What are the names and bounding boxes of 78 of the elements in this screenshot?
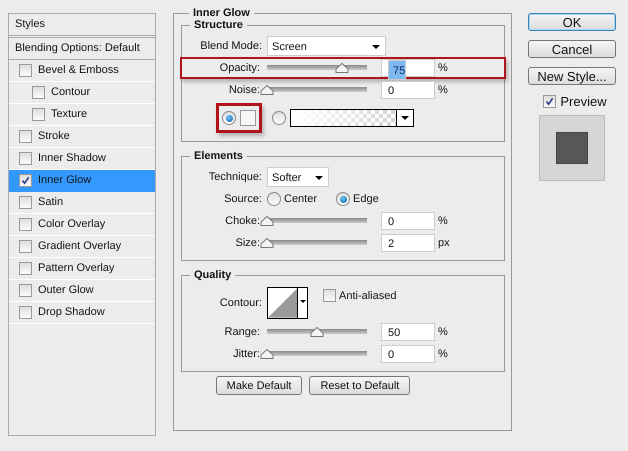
slider-thumb[interactable] [335, 63, 349, 73]
radio-label: Edge [353, 193, 379, 205]
button[interactable]: New Style... [528, 67, 616, 85]
checkbox[interactable] [19, 240, 32, 253]
group-title: Quality [193, 269, 232, 281]
radio-button[interactable] [267, 192, 281, 206]
slider-thumb[interactable] [260, 349, 274, 359]
checkbox[interactable] [19, 196, 32, 209]
field-label: Choke: [224, 215, 260, 227]
checkbox[interactable] [19, 174, 32, 187]
radio-button[interactable] [272, 111, 286, 125]
checkbox[interactable] [19, 64, 32, 77]
number-field[interactable]: 2 [381, 234, 435, 252]
field-label: Technique: [208, 171, 262, 183]
checkbox[interactable] [543, 95, 556, 108]
field-label: Contour: [218, 297, 262, 309]
list-item[interactable]: Pattern Overlay [9, 258, 155, 280]
checkbox[interactable] [32, 108, 45, 121]
checkbox[interactable] [19, 284, 32, 297]
slider-thumb[interactable] [310, 327, 324, 337]
radio-label: Center [284, 193, 318, 205]
unit-label: px [438, 237, 450, 249]
number-field[interactable]: 0 [381, 212, 435, 230]
list-item[interactable]: Texture [9, 104, 155, 126]
list-item[interactable]: Drop Shadow [9, 302, 155, 324]
button[interactable]: Reset to Default [309, 376, 410, 395]
field-label: Opacity: [218, 62, 260, 74]
field-label: Noise: [228, 84, 260, 96]
list-item[interactable]: Gradient Overlay [9, 236, 155, 258]
field-label: Size: [234, 237, 260, 249]
field-label: Blend Mode: [199, 40, 262, 52]
group-title: Inner Glow [192, 7, 251, 19]
button[interactable]: OK [528, 13, 616, 31]
list-item[interactable]: Outer Glow [9, 280, 155, 302]
unit-label: % [438, 326, 448, 338]
unit-label: % [438, 84, 448, 96]
list-item[interactable]: Bevel & Emboss [9, 60, 155, 82]
number-field[interactable]: 75 [381, 59, 435, 77]
checkbox[interactable] [323, 289, 336, 302]
color-swatch[interactable] [240, 110, 256, 126]
panel-header[interactable]: Styles [9, 14, 155, 38]
list-item[interactable]: Satin [9, 192, 155, 214]
list-item[interactable]: Contour [9, 82, 155, 104]
contour-picker[interactable] [267, 287, 308, 319]
preview-thumbnail [539, 115, 605, 181]
field-label: Jitter: [232, 348, 260, 360]
radio-button[interactable] [336, 192, 350, 206]
checkbox[interactable] [19, 218, 32, 231]
unit-label: % [438, 215, 448, 227]
checkbox[interactable] [19, 130, 32, 143]
unit-label: % [438, 348, 448, 360]
button[interactable]: Cancel [528, 40, 616, 58]
number-field[interactable]: 0 [381, 345, 435, 363]
list-item[interactable]: Color Overlay [9, 214, 155, 236]
field-label: Range: [224, 326, 260, 338]
gradient-picker[interactable] [290, 109, 414, 127]
unit-label: % [438, 62, 448, 74]
number-field[interactable]: 50 [381, 323, 435, 341]
checkbox[interactable] [19, 262, 32, 275]
dropdown[interactable]: Screen [267, 36, 386, 56]
checkbox-label: Anti-aliased [339, 290, 396, 302]
dropdown[interactable]: Softer [267, 167, 329, 187]
field-label: Source: [223, 193, 262, 205]
number-field[interactable]: 0 [381, 81, 435, 99]
group-title: Structure [193, 19, 244, 31]
list-item[interactable]: Stroke [9, 126, 155, 148]
list-item[interactable]: Blending Options: Default [9, 38, 155, 60]
slider-thumb[interactable] [260, 238, 274, 248]
slider-thumb[interactable] [260, 85, 274, 95]
radio-button[interactable] [222, 111, 236, 125]
group-title: Elements [193, 150, 244, 162]
slider-thumb[interactable] [260, 216, 274, 226]
list-item[interactable]: Inner Glow [9, 170, 155, 192]
checkbox[interactable] [19, 152, 32, 165]
checkbox[interactable] [19, 306, 32, 319]
button[interactable]: Make Default [216, 376, 302, 395]
checkbox-label: Preview [560, 94, 607, 109]
checkbox[interactable] [32, 86, 45, 99]
